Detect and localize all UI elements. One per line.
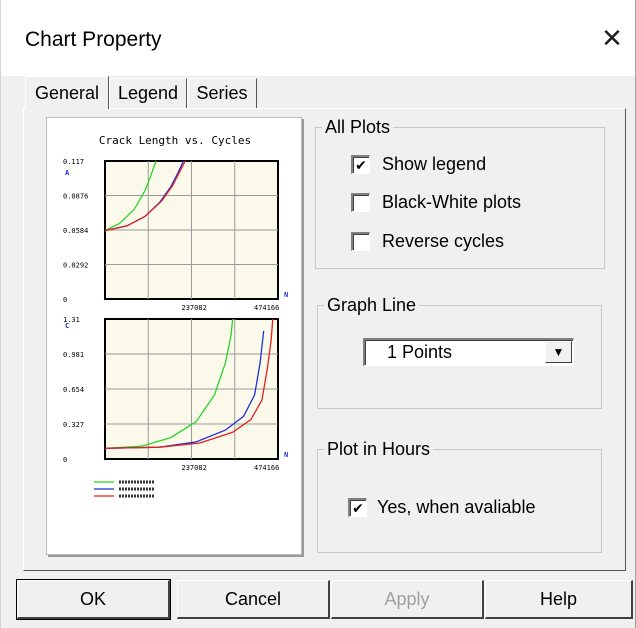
x-tick-label: 237082	[182, 304, 207, 312]
y-tick-label: 0	[63, 296, 67, 304]
chart-preview: Crack Length vs. Cycles 0.117 0.0876 0.058…	[46, 117, 302, 555]
yes-when-available-option[interactable]: ✔ Yes, when avaliable	[348, 497, 535, 518]
graph-line-title: Graph Line	[324, 295, 420, 315]
black-white-plots-checkbox[interactable]	[351, 193, 370, 212]
graph-line-select[interactable]: 1 Points ▼	[363, 338, 574, 366]
yes-when-available-label: Yes, when avaliable	[377, 497, 536, 517]
show-legend-checkbox[interactable]: ✔	[351, 155, 370, 174]
x-tick-label: 474166	[254, 464, 279, 472]
x-axis-label: N	[284, 291, 288, 299]
window-title: Chart Property	[25, 28, 162, 51]
help-button-label: Help	[539, 588, 578, 609]
cancel-button[interactable]: Cancel	[177, 580, 330, 619]
y-tick-label: 0.0876	[63, 193, 88, 201]
cancel-button-label: Cancel	[224, 588, 282, 609]
ok-button-label: OK	[79, 588, 106, 609]
chevron-down-icon[interactable]: ▼	[545, 341, 572, 363]
tab-general[interactable]: General	[25, 76, 109, 109]
black-white-plots-label: Black-White plots	[382, 192, 522, 212]
all-plots-title: All Plots	[322, 117, 394, 137]
chart-title: Crack Length vs. Cycles	[99, 134, 251, 147]
yes-when-available-checkbox[interactable]: ✔	[348, 498, 367, 517]
x-axis-label: N	[284, 451, 288, 459]
y-tick-label: 0.654	[63, 386, 84, 394]
plot-in-hours-title: Plot in Hours	[324, 439, 434, 459]
y-tick-label: 0.0292	[63, 262, 88, 270]
y-tick-label: 0.0584	[63, 227, 88, 235]
tab-legend-label: Legend	[117, 83, 179, 103]
y-tick-label: 0	[63, 456, 67, 464]
apply-button[interactable]: Apply	[331, 580, 484, 619]
tab-series-label: Series	[196, 83, 248, 103]
reverse-cycles-label: Reverse cycles	[382, 231, 505, 251]
ok-button[interactable]: OK	[16, 579, 171, 620]
x-tick-label: 474166	[254, 304, 279, 312]
chart-preview-svg: Crack Length vs. Cycles 0.117 0.0876 0.058…	[63, 134, 288, 498]
graph-line-selected-value: 1 Points	[387, 342, 453, 362]
x-tick-label: 237082	[182, 464, 207, 472]
reverse-cycles-checkbox[interactable]	[351, 232, 370, 251]
show-legend-option[interactable]: ✔ Show legend	[351, 154, 486, 175]
y-tick-label: 0.981	[63, 351, 84, 359]
apply-button-label: Apply	[384, 588, 430, 609]
black-white-plots-option[interactable]: Black-White plots	[351, 192, 521, 213]
y-tick-label: 0.117	[63, 158, 84, 166]
y-axis-label: C	[65, 322, 69, 330]
reverse-cycles-option[interactable]: Reverse cycles	[351, 231, 504, 252]
chart-property-dialog: Chart Property ✕ General Legend Series C…	[0, 0, 636, 628]
tab-general-label: General	[34, 82, 100, 103]
show-legend-label: Show legend	[382, 154, 487, 174]
close-icon[interactable]: ✕	[589, 12, 635, 64]
y-tick-label: 0.327	[63, 421, 84, 429]
tab-series[interactable]: Series	[187, 78, 257, 108]
tab-legend[interactable]: Legend	[109, 78, 187, 108]
y-axis-label: A	[65, 169, 70, 177]
help-button[interactable]: Help	[485, 580, 633, 619]
title-bar: Chart Property ✕	[1, 0, 635, 76]
